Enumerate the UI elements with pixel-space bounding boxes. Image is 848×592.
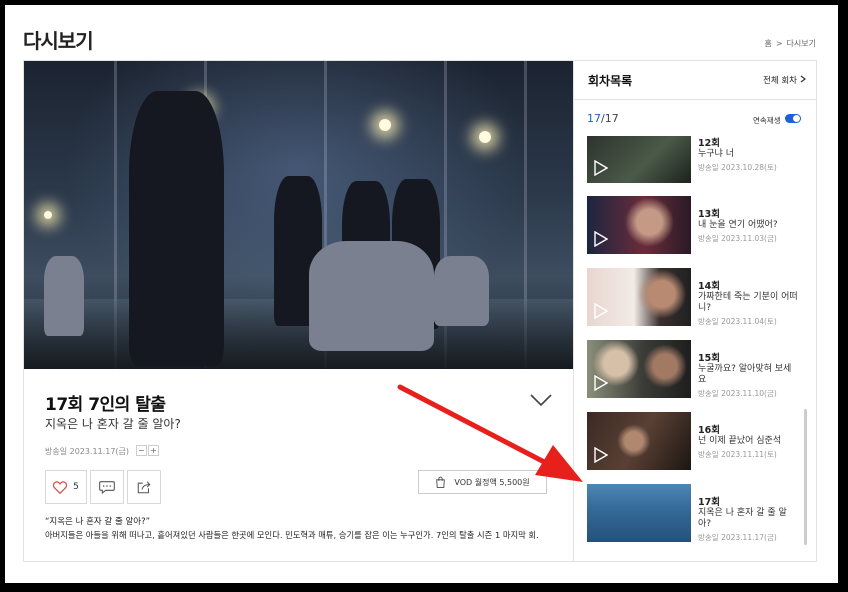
- episode-number: 17회: [698, 497, 720, 508]
- episode-title: 넌 이제 끝났어 심준석: [698, 436, 782, 446]
- page-frame: 다시보기 홈 > 다시보기 17회 7인의 탈출 지옥은 나 혼자 갈 줄 알아? …: [5, 5, 838, 583]
- scene-figure: [44, 256, 84, 336]
- episode-number: 15회: [698, 353, 720, 364]
- counter-current: 17: [587, 112, 601, 125]
- episode-date: 방송일 2023.11.04(토): [698, 317, 777, 326]
- vod-subscribe-button[interactable]: VOD 월정액 5,500원: [418, 470, 547, 494]
- episode-thumbnail: [587, 340, 691, 398]
- all-episodes-label: 전체 회차: [763, 76, 797, 86]
- play-icon: [594, 447, 608, 463]
- autoplay-label: 연속재생: [753, 116, 781, 125]
- breadcrumb: 홈 > 다시보기: [762, 38, 818, 49]
- episode-list-item[interactable]: 15회 누굴까요? 알아맞혀 보세요 방송일 2023.11.10(금): [587, 340, 802, 400]
- air-date: 방송일 2023.11.17(금): [45, 447, 130, 456]
- page-title: 다시보기: [23, 29, 94, 53]
- comment-icon: [99, 481, 115, 494]
- stage-light: [479, 131, 491, 143]
- play-icon: [594, 303, 608, 319]
- heart-icon: [53, 480, 68, 494]
- episode-title: 내 눈을 연기 어땠어?: [698, 220, 778, 230]
- font-decrease-button[interactable]: −: [136, 445, 147, 456]
- episode-date: 방송일 2023.11.11(토): [698, 450, 777, 459]
- video-player[interactable]: [24, 61, 573, 369]
- episode-quote: “지옥은 나 혼자 갈 줄 알아?”: [45, 517, 151, 527]
- episode-list-item[interactable]: 12회 누구냐 너 방송일 2023.10.28(토): [587, 136, 802, 185]
- episode-date: 방송일 2023.11.10(금): [698, 389, 777, 398]
- shopping-bag-icon: [436, 476, 446, 488]
- breadcrumb-current: 다시보기: [786, 39, 816, 48]
- episode-list-item[interactable]: 16회 넌 이제 끝났어 심준석 방송일 2023.11.11(토): [587, 412, 802, 472]
- share-button[interactable]: [127, 470, 161, 504]
- episode-list[interactable]: 12회 누구냐 너 방송일 2023.10.28(토) 13회 내 눈을 연기 …: [574, 136, 802, 561]
- episode-list-item[interactable]: 14회 가짜한테 죽는 기분이 어떠니? 방송일 2023.11.04(토): [587, 268, 802, 328]
- share-icon: [137, 481, 151, 494]
- stage-light: [379, 119, 391, 131]
- episode-thumbnail: [587, 412, 691, 470]
- scene-figure: [434, 256, 489, 326]
- scene-figure: [129, 91, 224, 366]
- sidebar-header-divider: [574, 99, 816, 100]
- episode-number: 16회: [698, 425, 720, 436]
- like-count: 5: [73, 482, 79, 492]
- chevron-down-icon[interactable]: [530, 393, 552, 407]
- episode-number: 12회: [698, 138, 720, 149]
- sidebar-title: 회차목록: [588, 74, 633, 88]
- episode-subtitle: 지옥은 나 혼자 갈 줄 알아?: [45, 417, 181, 431]
- font-increase-button[interactable]: +: [148, 445, 159, 456]
- episode-thumbnail: [587, 268, 691, 326]
- episode-date: 방송일 2023.10.28(토): [698, 163, 777, 172]
- play-icon: [594, 231, 608, 247]
- autoplay-toggle[interactable]: [785, 114, 801, 123]
- episode-date: 방송일 2023.11.03(금): [698, 234, 777, 243]
- episode-number: 13회: [698, 209, 720, 220]
- scene-figure: [309, 241, 434, 351]
- episode-title: 지옥은 나 혼자 갈 줄 알아?: [698, 508, 787, 529]
- episode-list-item-current[interactable]: 17회 지옥은 나 혼자 갈 줄 알아? 방송일 2023.11.17(금): [587, 484, 802, 544]
- episode-list-item[interactable]: 13회 내 눈을 연기 어땠어? 방송일 2023.11.03(금): [587, 196, 802, 256]
- episode-title: 누굴까요? 알아맞혀 보세요: [698, 364, 792, 385]
- episode-date: 방송일 2023.11.17(금): [698, 533, 777, 542]
- like-button[interactable]: 5: [45, 470, 87, 504]
- comment-button[interactable]: [90, 470, 124, 504]
- stage-light: [44, 211, 52, 219]
- episode-counter: 17/17: [587, 112, 619, 125]
- episode-heading: 17회 7인의 탈출: [45, 395, 166, 415]
- counter-total: /17: [601, 112, 619, 125]
- play-icon: [594, 160, 608, 176]
- episode-number: 14회: [698, 281, 720, 292]
- all-episodes-link[interactable]: 전체 회차: [763, 74, 806, 86]
- episode-list-scrollbar[interactable]: [804, 409, 807, 545]
- episode-thumbnail: [587, 484, 691, 542]
- episode-title: 가짜한테 죽는 기분이 어떠니?: [698, 292, 798, 313]
- episode-thumbnail: [587, 136, 691, 183]
- play-icon: [594, 375, 608, 391]
- breadcrumb-home[interactable]: 홈: [764, 39, 771, 48]
- breadcrumb-separator: >: [775, 39, 783, 48]
- chevron-right-icon: [800, 75, 806, 83]
- episode-thumbnail: [587, 196, 691, 254]
- vod-label: VOD 월정액 5,500원: [454, 477, 530, 487]
- episode-title: 누구냐 너: [698, 149, 734, 159]
- episode-description: 아버지들은 아들을 위해 떠나고, 흩어져있던 사람들은 한곳에 모인다. 민도…: [45, 530, 539, 540]
